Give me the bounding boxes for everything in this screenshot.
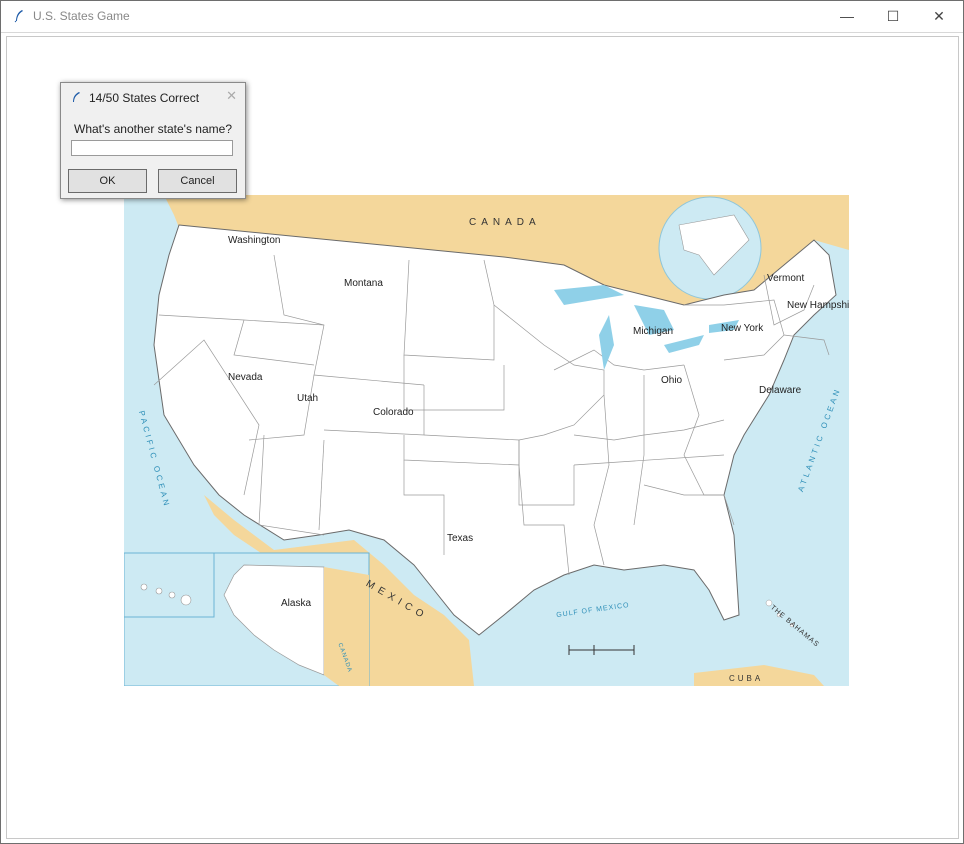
feather-icon <box>73 92 80 102</box>
minimize-icon: — <box>840 8 854 24</box>
state-label-washington: Washington <box>228 235 281 246</box>
cuba-label: CUBA <box>729 674 764 683</box>
state-label-vermont: Vermont <box>767 273 805 284</box>
close-icon: ✕ <box>933 7 945 24</box>
dialog-close-icon[interactable]: ✕ <box>226 88 237 104</box>
maximize-icon: ☐ <box>886 7 900 24</box>
state-label-ohio: Ohio <box>661 375 683 386</box>
state-label-montana: Montana <box>344 278 383 289</box>
state-label-colorado: Colorado <box>373 407 414 418</box>
cancel-button[interactable]: Cancel <box>158 169 237 193</box>
canada-label: CANADA <box>469 217 541 228</box>
state-name-input[interactable] <box>71 140 233 156</box>
scale-bar <box>568 645 635 655</box>
minimize-button[interactable]: — <box>824 1 870 31</box>
close-button[interactable]: ✕ <box>916 1 962 31</box>
ok-button[interactable]: OK <box>68 169 147 193</box>
title-bar[interactable]: U.S. States Game — ☐ ✕ <box>1 1 963 33</box>
state-label-new-hampshire: New Hampshire <box>787 300 849 311</box>
state-label-texas: Texas <box>447 533 474 544</box>
state-input-dialog: 14/50 States Correct ✕ What's another st… <box>60 82 246 199</box>
dialog-prompt: What's another state's name? <box>74 122 232 136</box>
app-window: U.S. States Game — ☐ ✕ CANADA MEXICO CAN… <box>0 0 964 844</box>
dialog-title: 14/50 States Correct <box>89 91 200 105</box>
map-graphic <box>124 195 849 686</box>
hawaii-inset-frame <box>124 552 215 618</box>
feather-icon <box>14 10 23 23</box>
state-label-alaska: Alaska <box>281 598 312 609</box>
state-label-michigan: Michigan <box>633 326 674 337</box>
window-title: U.S. States Game <box>33 9 130 23</box>
state-label-utah: Utah <box>297 393 319 404</box>
state-label-nevada: Nevada <box>228 372 263 383</box>
maximize-button[interactable]: ☐ <box>870 1 916 31</box>
state-label-delaware: Delaware <box>759 385 802 396</box>
state-label-new-york: New York <box>721 323 764 334</box>
us-states-map[interactable]: CANADA MEXICO CANADA PACIFIC OCEAN ATLAN… <box>124 195 849 686</box>
